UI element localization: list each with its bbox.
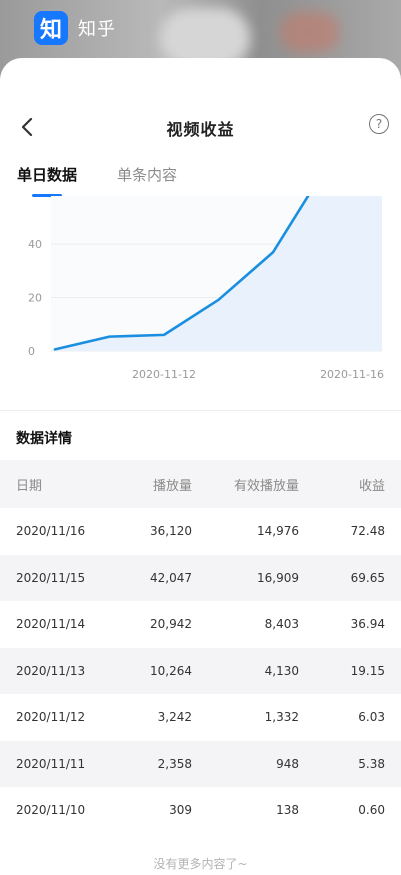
section-title: 数据详情 — [16, 431, 72, 447]
app-name: 知乎 — [78, 19, 116, 40]
cell-valid-plays: 16,909 — [257, 570, 299, 585]
table-row: 2020/11/16 36,120 14,976 72.48 — [0, 508, 401, 555]
x-tick-label: 2020-11-16 — [320, 368, 384, 381]
cell-earnings: 6.03 — [358, 710, 385, 725]
app-label[interactable]: 知 知乎 — [34, 10, 116, 46]
cell-earnings: 36.94 — [350, 617, 385, 632]
cell-plays: 36,120 — [150, 524, 192, 539]
header-earnings: 收益 — [358, 478, 385, 494]
cell-plays: 42,047 — [150, 570, 192, 585]
cell-date: 2020/11/15 — [16, 570, 86, 585]
cell-valid-plays: 14,976 — [257, 524, 299, 539]
y-tick-label: 0 — [28, 345, 35, 358]
cell-plays: 20,942 — [150, 617, 192, 632]
header-date: 日期 — [16, 478, 43, 494]
zhihu-app-icon[interactable]: 知 — [34, 11, 68, 45]
table-row: 2020/11/13 10,264 4,130 19.15 — [0, 647, 401, 694]
blurred-shape — [280, 12, 340, 52]
cell-plays: 309 — [169, 803, 192, 818]
cell-earnings: 19.15 — [350, 663, 385, 678]
earnings-chart: 0 20 40 2020-11-12 2020-11-16 — [0, 196, 401, 396]
help-icon[interactable]: ? — [369, 114, 389, 134]
app-card: 视频收益 ? 单日数据 单条内容 0 20 40 2020-11-12 2020-11-… — [0, 58, 401, 875]
page-title: 视频收益 — [166, 120, 235, 139]
data-table: 日期 播放量 有效播放量 收益 2020/11/16 36,120 14,976 72… — [0, 460, 401, 834]
cell-plays: 2,358 — [157, 756, 192, 771]
tab-single-day[interactable]: 单日数据 — [17, 164, 77, 185]
y-tick-label: 20 — [28, 292, 42, 305]
no-more-content-note: 没有更多内容了~ — [153, 857, 248, 871]
cell-earnings: 0.60 — [358, 803, 385, 818]
divider — [0, 410, 401, 411]
header-plays: 播放量 — [152, 478, 192, 494]
x-tick-label: 2020-11-12 — [132, 368, 196, 381]
cell-date: 2020/11/11 — [16, 756, 86, 771]
table-row: 2020/11/12 3,242 1,332 6.03 — [0, 694, 401, 741]
cell-valid-plays: 4,130 — [264, 663, 299, 678]
cell-valid-plays: 138 — [276, 803, 299, 818]
cell-earnings: 5.38 — [358, 756, 385, 771]
earnings-chart-svg: 0 20 40 2020-11-12 2020-11-16 — [28, 196, 384, 381]
table-row: 2020/11/11 2,358 948 5.38 — [0, 740, 401, 787]
cell-plays: 10,264 — [150, 663, 192, 678]
y-tick-label: 40 — [28, 238, 42, 251]
table-row: 2020/11/14 20,942 8,403 36.94 — [0, 601, 401, 648]
table-row: 2020/11/15 42,047 16,909 69.65 — [0, 554, 401, 601]
cell-earnings: 72.48 — [350, 524, 385, 539]
cell-earnings: 69.65 — [350, 570, 385, 585]
table-header: 日期 播放量 有效播放量 收益 — [0, 460, 401, 508]
tab-single-content[interactable]: 单条内容 — [117, 164, 177, 185]
cell-valid-plays: 948 — [276, 756, 299, 771]
table-row: 2020/11/10 309 138 0.60 — [0, 787, 401, 834]
cell-valid-plays: 1,332 — [264, 710, 299, 725]
cell-date: 2020/11/13 — [16, 663, 86, 678]
header-valid-plays: 有效播放量 — [233, 478, 299, 494]
cell-plays: 3,242 — [157, 710, 192, 725]
cell-date: 2020/11/12 — [16, 710, 86, 725]
cell-date: 2020/11/10 — [16, 803, 86, 818]
cell-date: 2020/11/16 — [16, 524, 86, 539]
cell-valid-plays: 8,403 — [264, 617, 299, 632]
cell-date: 2020/11/14 — [16, 617, 86, 632]
